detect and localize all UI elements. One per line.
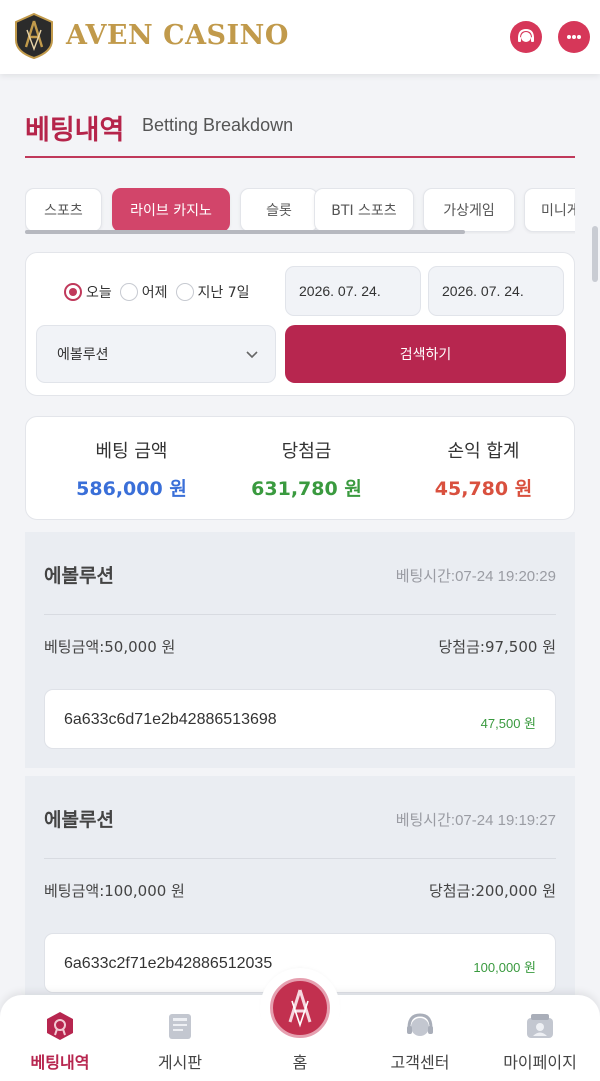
record-profit: 100,000 원 [473,960,536,975]
nav-label: 홈 [292,1053,308,1072]
summary-panel: 베팅 금액 586,000 원 당첨금 631,780 원 손익 합계 45,7… [25,416,575,520]
nav-label: 베팅내역 [30,1053,90,1072]
radio-yesterday[interactable]: 어제 [119,282,168,302]
nav-my-page[interactable]: 마이페이지 [480,995,600,1081]
record-winnings: 당첨금:200,000 원 [428,882,556,900]
record-profit: 47,500 원 [480,716,536,731]
nav-board[interactable]: 게시판 [120,995,240,1081]
date-range-radios: 오늘 어제 지난 7일 [64,282,258,302]
tab-slot[interactable]: 슬롯 [240,188,318,232]
page-scrollbar[interactable] [592,226,598,282]
nav-label: 마이페이지 [503,1053,577,1072]
record-time: 베팅시간:07-24 19:20:29 [395,568,556,585]
logo-shield-icon[interactable] [14,13,54,59]
nav-betting-history[interactable]: 베팅내역 [0,995,120,1081]
record-provider: 에볼루션 [44,809,114,831]
support-icon[interactable] [510,21,542,53]
chevron-down-icon [246,351,258,359]
summary-label: 베팅 금액 [95,441,168,462]
betting-history-icon [47,1012,73,1040]
my-page-icon [527,1014,553,1038]
page-subtitle: Betting Breakdown [142,115,294,135]
top-bar: AVEN CASINO [0,0,600,74]
tab-mini-game[interactable]: 미니게 [524,188,575,232]
tabs-scrollbar[interactable] [25,230,465,234]
end-date-field[interactable]: 2026. 07. 24. [428,266,564,316]
radio-checked-icon [64,283,82,301]
record-provider: 에볼루션 [44,565,114,587]
summary-value: 586,000 원 [76,478,187,500]
radio-today[interactable]: 오늘 [64,282,112,302]
game-category-tabs: 스포츠 라이브 카지노 슬롯 BTI 스포츠 가상게임 미니게 [25,188,575,234]
record-hash: 6a633c6d71e2b42886513698 [64,711,277,728]
radio-label: 어제 [141,285,168,301]
page-header: 베팅내역 Betting Breakdown [25,104,575,158]
nav-customer-center[interactable]: 고객센터 [360,995,480,1081]
summary-winnings: 당첨금 631,780 원 [215,417,398,521]
record-bet-amount: 베팅금액:100,000 원 [44,882,185,900]
record-hash: 6a633c2f71e2b42886512035 [64,955,273,972]
radio-label: 지난 7일 [197,285,250,301]
summary-profit-total: 손익 합계 45,780 원 [392,417,575,521]
tab-bti-sports[interactable]: BTI 스포츠 [314,188,414,232]
customer-center-icon [407,1013,433,1036]
tab-virtual-game[interactable]: 가상게임 [423,188,515,232]
summary-label: 손익 합계 [447,441,520,462]
nav-label: 게시판 [157,1053,203,1072]
record-time: 베팅시간:07-24 19:19:27 [395,812,556,829]
radio-last-7-days[interactable]: 지난 7일 [175,282,250,302]
record-divider [44,614,556,615]
board-icon [169,1014,191,1039]
radio-unchecked-icon [119,283,138,301]
search-button[interactable]: 검색하기 [285,325,566,383]
summary-bet-amount: 베팅 금액 586,000 원 [40,417,223,521]
bet-record: 에볼루션 베팅시간:07-24 19:20:29 베팅금액:50,000 원 당… [25,532,575,768]
radio-label: 오늘 [86,285,112,301]
provider-select[interactable]: 에볼루션 [36,325,276,383]
start-date-field[interactable]: 2026. 07. 24. [285,266,421,316]
filter-panel: 오늘 어제 지난 7일 2026. 07. 24. 2026. 07. 24. … [25,252,575,396]
record-detail-box[interactable]: 6a633c6d71e2b42886513698 47,500 원 [44,689,556,749]
page-title: 베팅내역 [25,115,125,146]
home-button[interactable] [264,972,336,1044]
provider-select-value: 에볼루션 [57,347,109,363]
summary-value: 45,780 원 [434,478,533,500]
record-winnings: 당첨금:97,500 원 [438,638,556,656]
logo-text[interactable]: AVEN CASINO [66,20,289,51]
summary-label: 당첨금 [281,441,332,462]
summary-value: 631,780 원 [251,478,362,500]
nav-label: 고객센터 [390,1053,450,1072]
home-logo-icon [270,978,330,1038]
record-divider [44,858,556,859]
chat-icon[interactable] [558,21,590,53]
tab-sports[interactable]: 스포츠 [25,188,102,232]
radio-unchecked-icon [175,283,194,301]
record-bet-amount: 베팅금액:50,000 원 [44,638,176,656]
tab-live-casino[interactable]: 라이브 카지노 [112,188,230,232]
